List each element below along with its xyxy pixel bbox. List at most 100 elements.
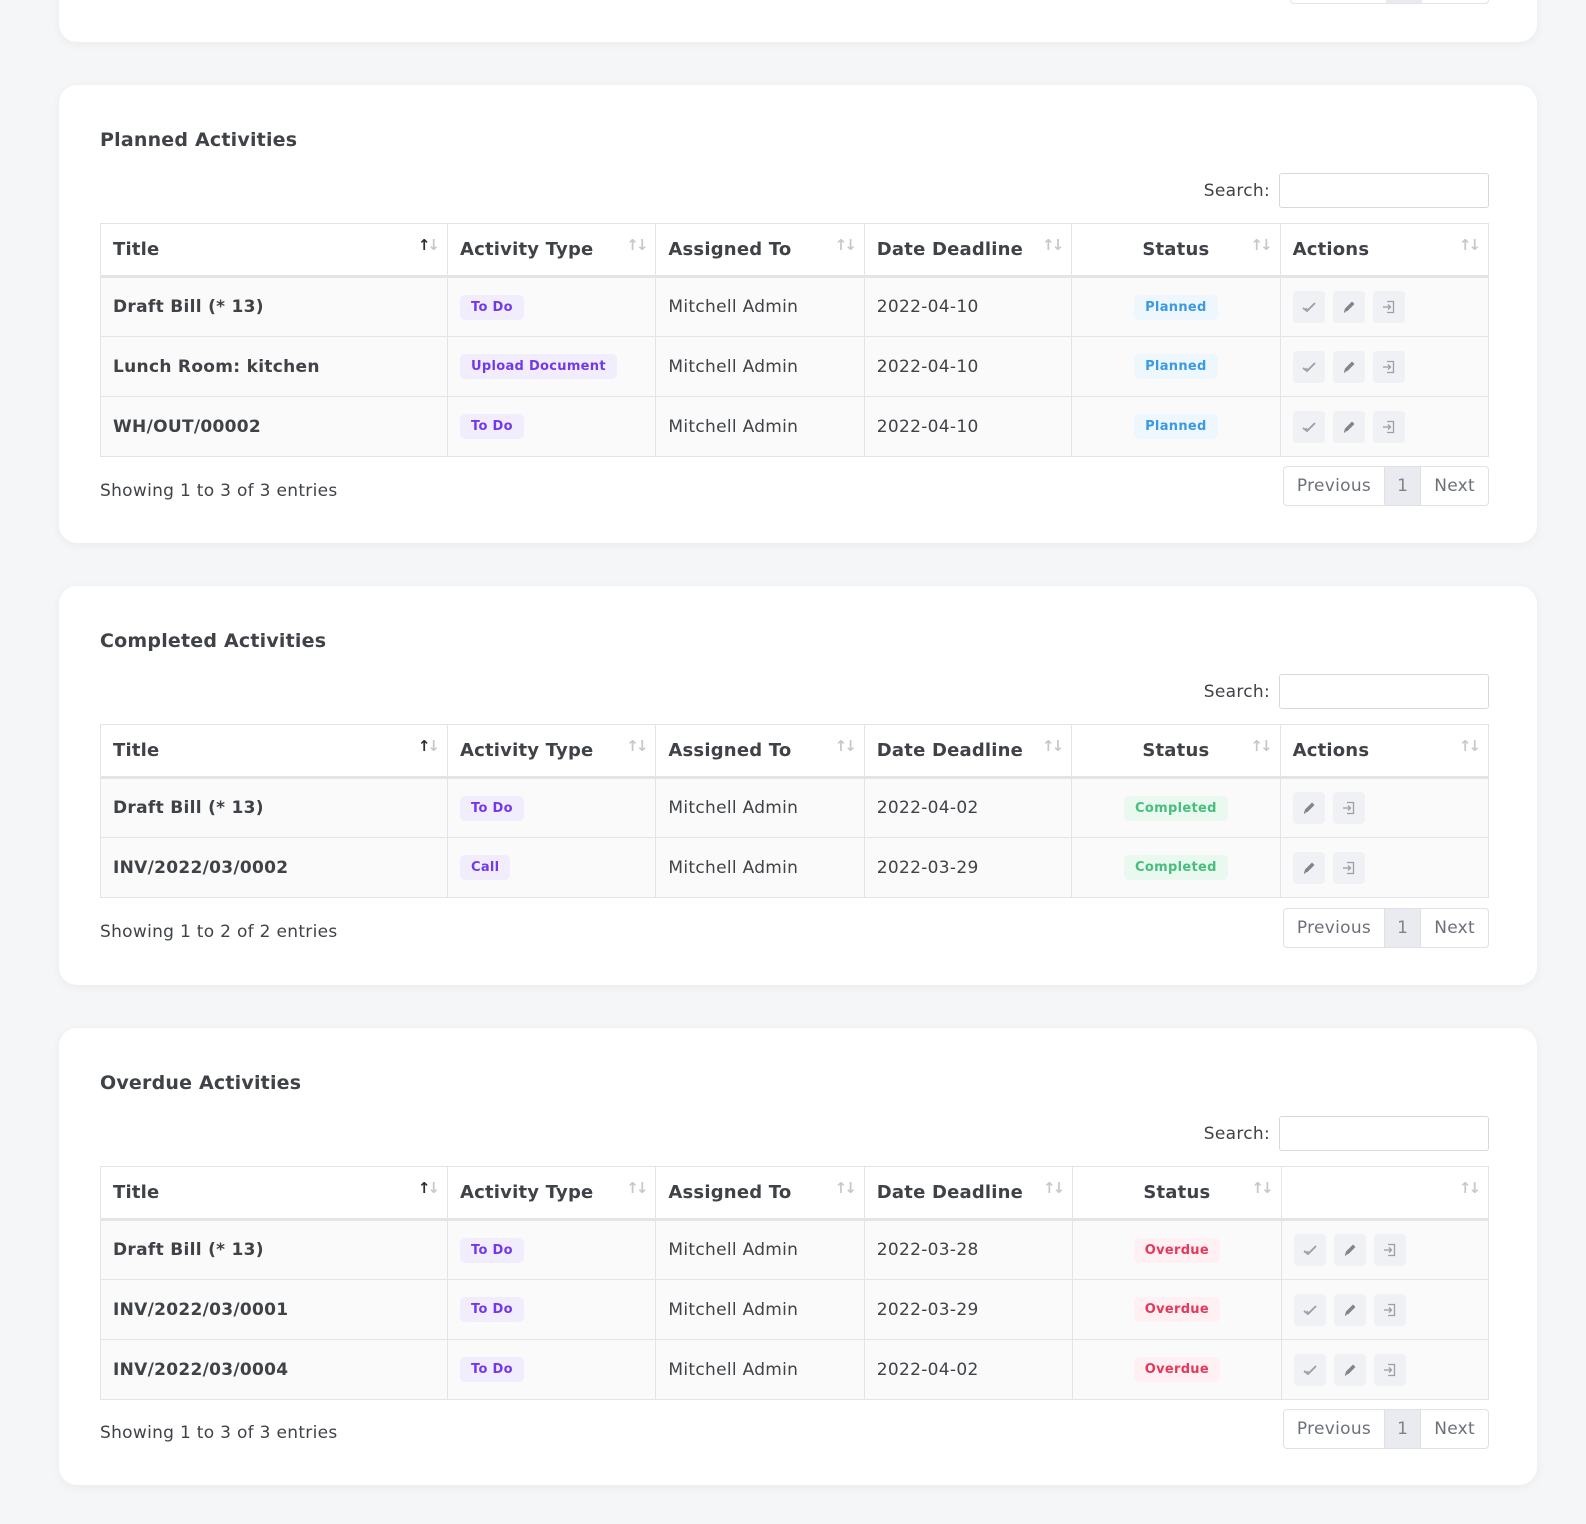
sort-arrows-icon[interactable]: ↑↓ [1042, 236, 1064, 254]
previous-page-button[interactable]: Previous [1284, 909, 1384, 947]
previous-card [59, 0, 1537, 42]
column-header-date-deadline[interactable]: Date Deadline ↑↓ [863, 1166, 1074, 1221]
open-record-icon[interactable] [1372, 291, 1405, 323]
column-header-status[interactable]: Status ↑↓ [1071, 724, 1281, 779]
pencil-icon[interactable] [1332, 291, 1365, 323]
planned-search: Search: [1204, 173, 1489, 208]
column-header-activity-type[interactable]: Activity Type ↑↓ [446, 1166, 657, 1221]
open-record-icon[interactable] [1332, 792, 1365, 824]
sort-arrows-icon[interactable]: ↑↓ [418, 1179, 440, 1197]
sort-arrows-icon[interactable]: ↑↓ [1043, 1179, 1065, 1197]
check-icon[interactable] [1293, 1353, 1326, 1386]
check-icon[interactable] [1293, 1234, 1326, 1266]
column-header-title[interactable]: Title ↑↓ [100, 1166, 448, 1221]
pencil-icon[interactable] [1292, 851, 1325, 884]
pencil-icon[interactable] [1332, 350, 1365, 383]
check-icon[interactable] [1292, 410, 1325, 443]
pencil-icon[interactable] [1333, 1353, 1366, 1386]
sort-arrows-icon[interactable]: ↑↓ [1459, 236, 1481, 254]
row-actions [1292, 291, 1476, 323]
page-1-button[interactable]: 1 [1384, 1410, 1422, 1448]
activity-title: INV/2022/03/0002 [100, 837, 448, 898]
actions-cell [1280, 1219, 1490, 1280]
pencil-icon[interactable] [1292, 792, 1325, 824]
column-header-label: Title [113, 1182, 160, 1203]
sort-arrows-icon[interactable]: ↑↓ [1250, 737, 1272, 755]
assigned-to: Mitchell Admin [655, 396, 865, 457]
sort-arrows-icon[interactable]: ↑↓ [1459, 1179, 1481, 1197]
column-header-actions[interactable]: Actions ↑↓ [1279, 724, 1490, 779]
open-record-icon[interactable] [1373, 1234, 1406, 1266]
sort-arrows-icon[interactable]: ↑↓ [418, 236, 440, 254]
sort-arrows-icon[interactable]: ↑↓ [1250, 236, 1272, 254]
date-deadline: 2022-03-28 [863, 1219, 1074, 1280]
column-header-status[interactable]: Status ↑↓ [1071, 223, 1281, 278]
sort-arrows-icon[interactable]: ↑↓ [1042, 737, 1064, 755]
column-header-activity-type[interactable]: Activity Type ↑↓ [446, 223, 657, 278]
sort-arrows-icon[interactable]: ↑↓ [626, 1179, 648, 1197]
previous-page-button[interactable]: Previous [1284, 467, 1384, 505]
next-page-button[interactable]: Next [1421, 467, 1488, 505]
sort-arrows-icon[interactable]: ↑↓ [418, 737, 440, 755]
check-icon[interactable] [1292, 350, 1325, 383]
open-record-icon[interactable] [1372, 410, 1405, 443]
sort-arrows-icon[interactable]: ↑↓ [835, 236, 857, 254]
pencil-icon[interactable] [1333, 1234, 1366, 1266]
planned-search-input[interactable] [1279, 173, 1489, 208]
activity-title: INV/2022/03/0004 [100, 1339, 448, 1400]
assigned-to: Mitchell Admin [655, 837, 865, 898]
completed-entries-info: Showing 1 to 2 of 2 entries [100, 922, 338, 942]
column-header-label: Status [1143, 1182, 1211, 1203]
open-record-icon[interactable] [1373, 1293, 1406, 1326]
column-header-date-deadline[interactable]: Date Deadline ↑↓ [863, 223, 1073, 278]
page-1-button[interactable]: 1 [1384, 909, 1422, 947]
row-actions [1293, 1353, 1476, 1386]
column-header-title[interactable]: Title ↑↓ [100, 724, 448, 779]
column-header-date-deadline[interactable]: Date Deadline ↑↓ [863, 724, 1073, 779]
sort-arrows-icon[interactable]: ↑↓ [1459, 737, 1481, 755]
pencil-icon[interactable] [1333, 1293, 1366, 1326]
check-icon[interactable] [1292, 291, 1325, 323]
open-record-icon[interactable] [1332, 851, 1365, 884]
sort-arrows-icon[interactable]: ↑↓ [835, 1179, 857, 1197]
column-header-label: Activity Type [460, 740, 594, 761]
column-header-activity-type[interactable]: Activity Type ↑↓ [446, 724, 657, 779]
page-1-button[interactable]: 1 [1384, 467, 1422, 505]
column-header-actions[interactable]: Actions ↑↓ [1279, 223, 1490, 278]
next-page-button[interactable]: Next [1421, 909, 1488, 947]
next-page-button[interactable]: Next [1421, 1410, 1488, 1448]
assigned-to: Mitchell Admin [655, 276, 865, 337]
column-header-title[interactable]: Title ↑↓ [100, 223, 448, 278]
check-icon[interactable] [1293, 1293, 1326, 1326]
status-badge: Overdue [1133, 1297, 1220, 1322]
sort-arrows-icon[interactable]: ↑↓ [1251, 1179, 1273, 1197]
actions-cell [1279, 777, 1490, 838]
row-actions [1292, 792, 1476, 824]
previous-page-button[interactable]: Previous [1284, 1410, 1384, 1448]
completed-search-input[interactable] [1279, 674, 1489, 709]
date-deadline: 2022-04-10 [863, 396, 1073, 457]
column-header-actions[interactable]: ↑↓ [1280, 1166, 1490, 1221]
activity-title: Draft Bill (* 13) [100, 276, 448, 337]
column-header-assigned-to[interactable]: Assigned To ↑↓ [655, 1166, 865, 1221]
activity-type-cell: To Do [446, 396, 657, 457]
activity-type-badge: To Do [460, 1357, 524, 1382]
table-body: Draft Bill (* 13) To Do Mitchell Admin 2022… [100, 777, 1490, 898]
column-header-assigned-to[interactable]: Assigned To ↑↓ [655, 223, 865, 278]
column-header-status[interactable]: Status ↑↓ [1072, 1166, 1282, 1221]
assigned-to: Mitchell Admin [655, 1279, 865, 1340]
open-record-icon[interactable] [1373, 1353, 1406, 1386]
sort-arrows-icon[interactable]: ↑↓ [626, 236, 648, 254]
open-record-icon[interactable] [1372, 350, 1405, 383]
overdue-search-input[interactable] [1279, 1116, 1489, 1151]
planned-entries-info: Showing 1 to 3 of 3 entries [100, 481, 338, 501]
date-deadline: 2022-04-10 [863, 336, 1073, 397]
row-actions [1292, 350, 1476, 383]
status-badge: Planned [1134, 414, 1218, 439]
column-header-assigned-to[interactable]: Assigned To ↑↓ [655, 724, 865, 779]
sort-arrows-icon[interactable]: ↑↓ [626, 737, 648, 755]
activity-type-badge: To Do [460, 1297, 524, 1322]
sort-arrows-icon[interactable]: ↑↓ [835, 737, 857, 755]
pencil-icon[interactable] [1332, 410, 1365, 443]
table-row: Draft Bill (* 13) To Do Mitchell Admin 2022… [100, 276, 1490, 337]
